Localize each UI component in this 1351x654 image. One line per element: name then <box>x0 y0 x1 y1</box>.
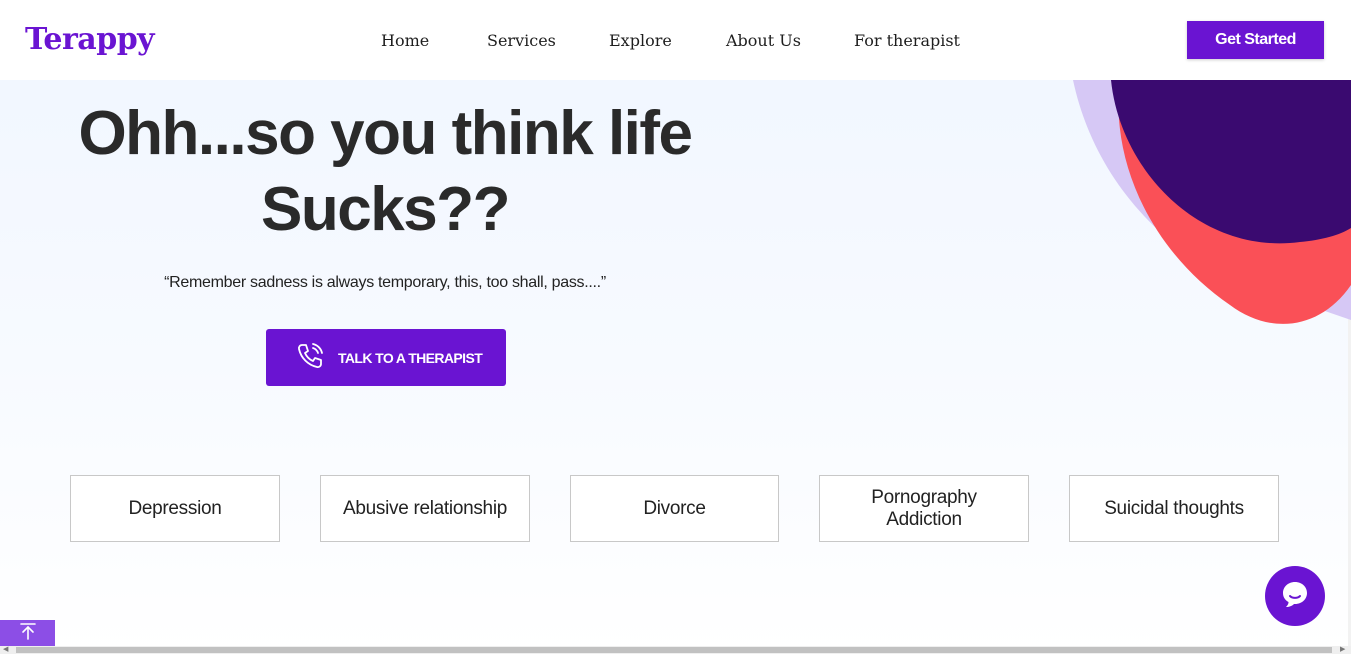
topic-card-depression[interactable]: Depression <box>70 475 280 542</box>
nav-explore[interactable]: Explore <box>609 31 672 50</box>
scroll-left-arrow-icon[interactable]: ◀ <box>3 646 8 654</box>
hero-title-line1: Ohh...so you think life <box>78 99 693 168</box>
hero-title-line2: Sucks?? <box>261 175 510 244</box>
get-started-button[interactable]: Get Started <box>1187 21 1324 59</box>
nav-about-us[interactable]: About Us <box>726 31 801 50</box>
topic-card-abusive-relationship[interactable]: Abusive relationship <box>320 475 530 542</box>
chat-bubble-icon <box>1280 579 1310 614</box>
phone-ringing-icon <box>296 342 324 373</box>
decorative-blobs <box>1073 80 1351 324</box>
hero-title: Ohh...so you think life Sucks?? <box>40 96 730 248</box>
site-header: Terappy Home Services Explore About Us F… <box>0 0 1351 80</box>
arrow-up-to-top-icon <box>19 622 37 645</box>
scrollbar-thumb[interactable] <box>16 647 1332 653</box>
logo[interactable]: Terappy <box>25 22 155 57</box>
hero-quote: “Remember sadness is always temporary, t… <box>164 274 606 291</box>
nav-services[interactable]: Services <box>487 31 556 50</box>
scroll-to-top-button[interactable] <box>0 620 55 646</box>
chat-widget-button[interactable] <box>1265 566 1325 626</box>
topic-card-divorce[interactable]: Divorce <box>570 475 779 542</box>
scroll-right-arrow-icon[interactable]: ▶ <box>1340 646 1345 654</box>
topic-card-pornography-addiction[interactable]: Pornography Addiction <box>819 475 1029 542</box>
horizontal-scrollbar[interactable]: ◀ ▶ <box>0 646 1351 654</box>
talk-to-therapist-button[interactable]: TALK TO A THERAPIST <box>266 329 506 386</box>
nav-for-therapist[interactable]: For therapist <box>854 31 960 50</box>
topic-card-suicidal-thoughts[interactable]: Suicidal thoughts <box>1069 475 1279 542</box>
talk-to-therapist-label: TALK TO A THERAPIST <box>338 349 483 366</box>
nav-home[interactable]: Home <box>381 31 429 50</box>
